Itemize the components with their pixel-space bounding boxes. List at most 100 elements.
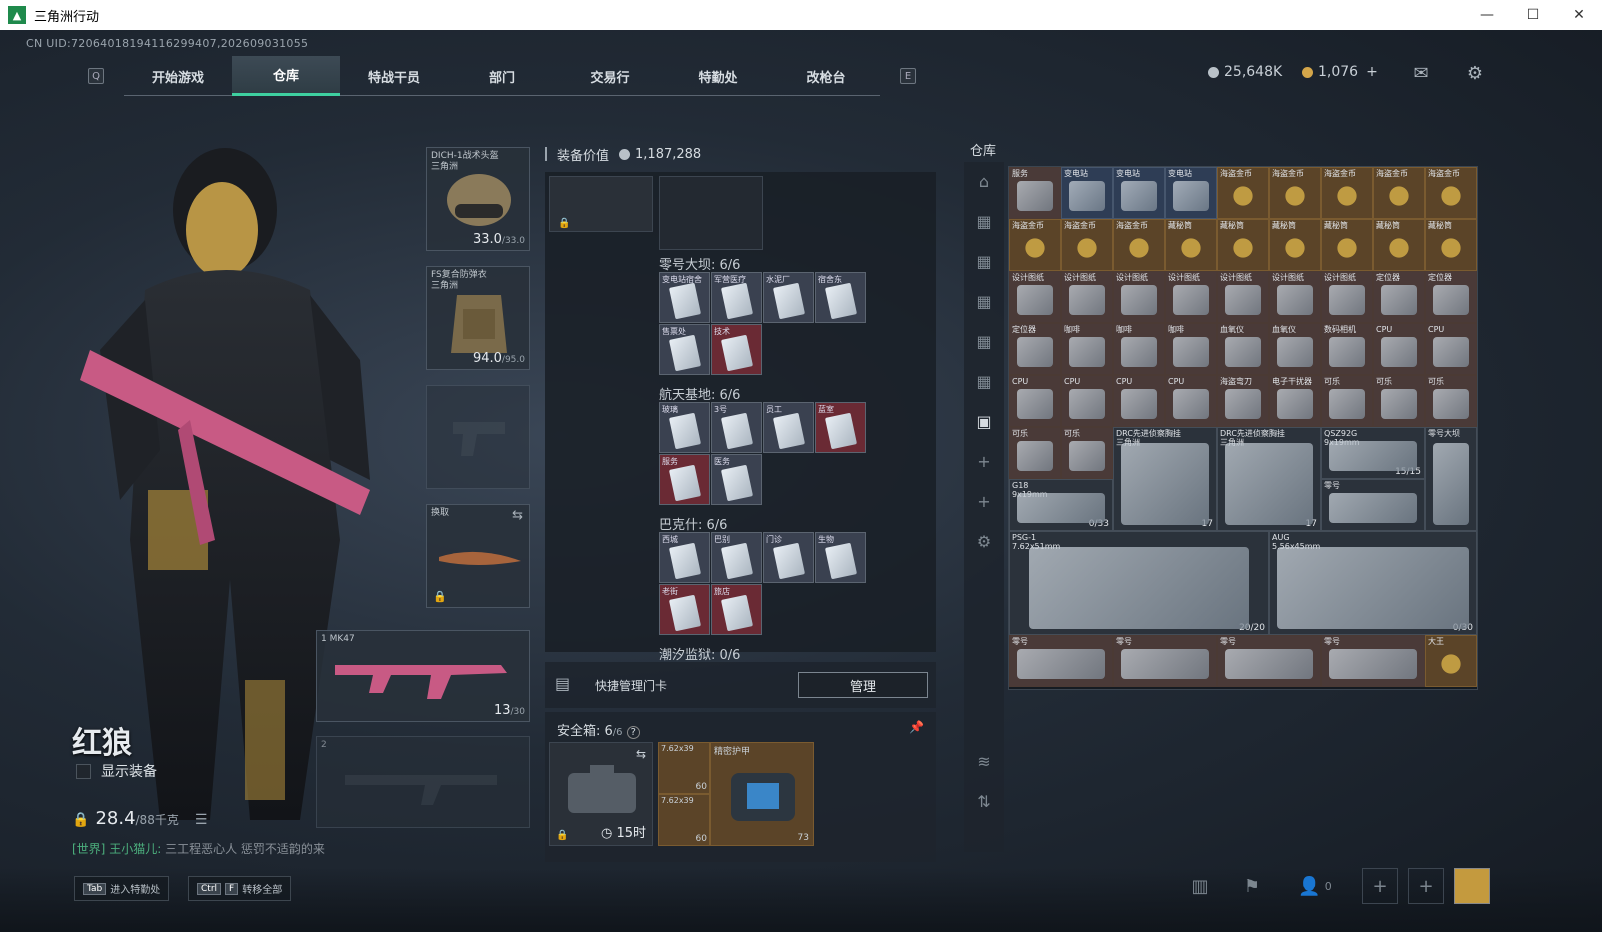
warehouse-item[interactable]: 海盗金币 xyxy=(1009,219,1061,271)
warehouse-item[interactable]: 藏秘筒 xyxy=(1425,219,1477,271)
ammo-item[interactable]: 7.62x39 60 xyxy=(658,742,710,794)
storage-tab-icon[interactable]: ▦ xyxy=(964,362,1004,402)
minimize-button[interactable]: — xyxy=(1464,0,1510,30)
swap-icon[interactable]: ⇆ xyxy=(512,508,523,523)
warehouse-item[interactable]: 零号大坝 xyxy=(1425,427,1477,531)
warehouse-item[interactable]: 咖啡 xyxy=(1165,323,1217,375)
home-icon[interactable]: ⌂ xyxy=(964,162,1004,202)
warehouse-item[interactable]: 零号 xyxy=(1113,635,1217,687)
warehouse-item[interactable]: 可乐 xyxy=(1321,375,1373,427)
add-teammate-button[interactable]: + xyxy=(1362,868,1398,904)
keycard[interactable]: 门诊 xyxy=(763,532,814,583)
add-currency-button[interactable]: + xyxy=(1366,64,1378,80)
enter-ops-button[interactable]: Tab 进入特勤处 xyxy=(74,876,170,901)
secondary-weapon-slot[interactable]: 2 xyxy=(316,736,530,828)
storage-tab-icon[interactable]: ▣ xyxy=(964,402,1004,442)
warehouse-item[interactable]: 数码相机 xyxy=(1321,323,1373,375)
warehouse-item[interactable]: 设计图纸 xyxy=(1269,271,1321,323)
gear-icon[interactable]: ⚙ xyxy=(1464,62,1486,84)
show-gear-toggle[interactable]: 显示装备 xyxy=(76,761,157,781)
warehouse-item[interactable]: 零号 xyxy=(1321,635,1425,687)
warehouse-item[interactable]: 可乐 xyxy=(1061,427,1113,479)
storage-tab-icon[interactable]: ▦ xyxy=(964,202,1004,242)
warehouse-item[interactable]: 零号 xyxy=(1321,479,1425,531)
keycard[interactable]: 玻璃 xyxy=(659,402,710,453)
tab-5[interactable]: 特勤处 xyxy=(664,56,772,96)
warehouse-item[interactable]: 可乐 xyxy=(1425,375,1477,427)
warehouse-item[interactable]: CPU xyxy=(1061,375,1113,427)
warehouse-item[interactable]: G189x19mm0/33 xyxy=(1009,479,1113,531)
transfer-all-button[interactable]: Ctrl F 转移全部 xyxy=(188,876,292,901)
warehouse-item[interactable]: CPU xyxy=(1113,375,1165,427)
sort-icon[interactable]: ⇅ xyxy=(964,782,1004,822)
layers-icon[interactable]: ≋ xyxy=(964,742,1004,782)
add-teammate-button[interactable]: + xyxy=(1408,868,1444,904)
storage-tab-icon[interactable]: ▦ xyxy=(964,282,1004,322)
keycard[interactable]: 变电站宿舍 xyxy=(659,272,710,323)
keycard[interactable]: 宿舍东 xyxy=(815,272,866,323)
backpack-thumb[interactable]: 🔒 xyxy=(549,176,653,232)
maximize-button[interactable]: ☐ xyxy=(1510,0,1556,30)
world-chat[interactable]: [世界] 王小猫儿: 三工程恶心人 惩罚不适韵的来 xyxy=(72,840,325,857)
safe-box-item[interactable]: ⇆ 🔒 ◷ 15时 xyxy=(549,742,653,846)
warehouse-item[interactable]: 变电站 xyxy=(1165,167,1217,219)
keycard[interactable]: 服务 xyxy=(659,454,710,505)
keycard[interactable]: 售票处 xyxy=(659,324,710,375)
tab-3[interactable]: 部门 xyxy=(448,56,556,96)
plus-icon[interactable]: + xyxy=(964,442,1004,482)
player-avatar[interactable] xyxy=(1454,868,1490,904)
primary-weapon-slot[interactable]: 1 MK47 13/30 xyxy=(316,630,530,722)
warehouse-item[interactable]: 定位器 xyxy=(1373,271,1425,323)
warehouse-item[interactable]: 定位器 xyxy=(1425,271,1477,323)
warehouse-item[interactable]: 零号 xyxy=(1217,635,1321,687)
tab-2[interactable]: 特战干员 xyxy=(340,56,448,96)
warehouse-item[interactable]: QSZ92G9x19mm15/15 xyxy=(1321,427,1425,479)
warehouse-item[interactable]: 藏秘筒 xyxy=(1269,219,1321,271)
warehouse-item[interactable]: 海盗金币 xyxy=(1061,219,1113,271)
plus-icon[interactable]: + xyxy=(964,482,1004,522)
nav-next-key[interactable]: E xyxy=(900,68,916,84)
warehouse-item[interactable]: DRC先进侦察胸挂三角洲17 xyxy=(1217,427,1321,531)
close-button[interactable]: ✕ xyxy=(1556,0,1602,30)
warehouse-item[interactable]: 海盗金币 xyxy=(1425,167,1477,219)
warehouse-item[interactable]: 咖啡 xyxy=(1061,323,1113,375)
melee-slot[interactable]: 换取 ⇆ 🔒 xyxy=(426,504,530,608)
keycard[interactable]: 员工 xyxy=(763,402,814,453)
warehouse-item[interactable]: 大王 xyxy=(1425,635,1477,687)
tab-4[interactable]: 交易行 xyxy=(556,56,664,96)
keycard[interactable]: 老街 xyxy=(659,584,710,635)
warehouse-item[interactable]: CPU xyxy=(1425,323,1477,375)
warehouse-item[interactable]: 设计图纸 xyxy=(1113,271,1165,323)
warehouse-item[interactable]: 藏秘筒 xyxy=(1217,219,1269,271)
warehouse-item[interactable]: 海盗金币 xyxy=(1373,167,1425,219)
armor-slot[interactable]: FS复合防弹衣 三角洲 94.0/95.0 xyxy=(426,266,530,370)
helmet-slot[interactable]: DICH-1战术头盔 三角洲 33.0/33.0 xyxy=(426,147,530,251)
warehouse-item[interactable]: 血氧仪 xyxy=(1269,323,1321,375)
warehouse-item[interactable]: 设计图纸 xyxy=(1061,271,1113,323)
warehouse-item[interactable]: 海盗弯刀 xyxy=(1217,375,1269,427)
keycard[interactable]: 水泥厂 xyxy=(763,272,814,323)
keycard[interactable]: 巴别 xyxy=(711,532,762,583)
warehouse-item[interactable]: 设计图纸 xyxy=(1009,271,1061,323)
warehouse-item[interactable]: 零号 xyxy=(1009,635,1113,687)
mail-icon[interactable]: ✉ xyxy=(1410,62,1432,84)
warehouse-item[interactable]: 设计图纸 xyxy=(1321,271,1373,323)
list-icon[interactable]: ☰ xyxy=(195,812,208,828)
keycard[interactable]: 西城 xyxy=(659,532,710,583)
warehouse-item[interactable]: 服务 xyxy=(1009,167,1061,219)
warehouse-item[interactable]: CPU xyxy=(1373,323,1425,375)
warehouse-item[interactable]: 海盗金币 xyxy=(1321,167,1373,219)
warehouse-item[interactable]: DRC先进侦察胸挂三角洲17 xyxy=(1113,427,1217,531)
pistol-slot[interactable] xyxy=(426,385,530,489)
gear-icon[interactable]: ⚙ xyxy=(964,522,1004,562)
warehouse-item[interactable]: 可乐 xyxy=(1009,427,1061,479)
warehouse-item[interactable]: 变电站 xyxy=(1061,167,1113,219)
tab-0[interactable]: 开始游戏 xyxy=(124,56,232,96)
help-icon[interactable]: ? xyxy=(626,726,640,739)
warehouse-item[interactable]: 电子干扰器 xyxy=(1269,375,1321,427)
warehouse-item[interactable]: CPU xyxy=(1165,375,1217,427)
storage-tab-icon[interactable]: ▦ xyxy=(964,242,1004,282)
keycard[interactable]: 生物 xyxy=(815,532,866,583)
storage-tab-icon[interactable]: ▦ xyxy=(964,322,1004,362)
warehouse-item[interactable]: 可乐 xyxy=(1373,375,1425,427)
